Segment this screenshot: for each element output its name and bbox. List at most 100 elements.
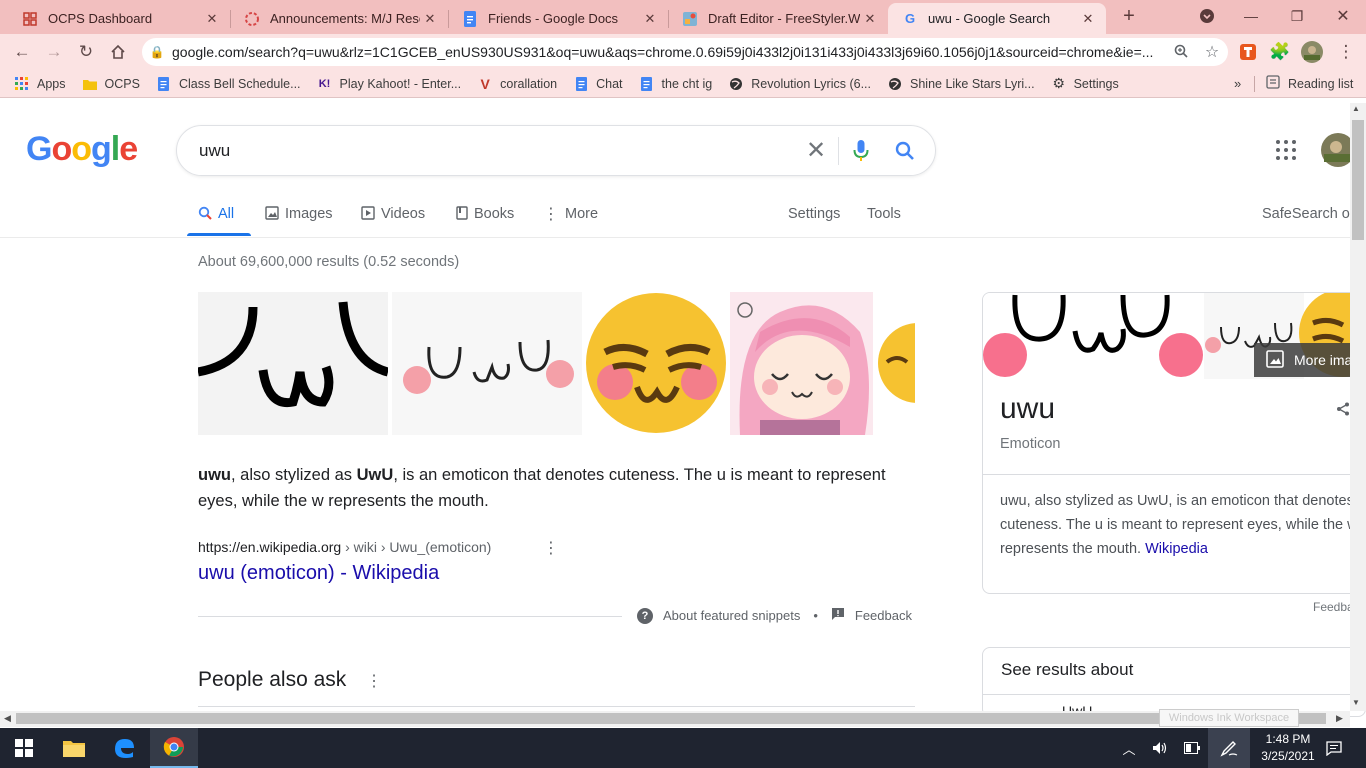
bookmarks-overflow-icon[interactable]: » <box>1234 76 1241 91</box>
snippet-bold-term: uwu <box>198 466 231 484</box>
bookmarks-bar: Apps OCPS Class Bell Schedule... K! Play… <box>0 70 1366 98</box>
close-window-button[interactable]: ✕ <box>1320 0 1366 32</box>
tab-more[interactable]: ⋮ More <box>543 202 598 226</box>
bookmark-apps[interactable]: Apps <box>14 76 66 92</box>
google-apps-icon[interactable] <box>1274 138 1298 167</box>
bookmark-chat[interactable]: Chat <box>573 76 623 92</box>
bookmark-the-cht-ig[interactable]: the cht ig <box>639 76 712 92</box>
extension-tape-icon[interactable] <box>1234 38 1262 66</box>
google-logo[interactable]: Google <box>26 130 138 169</box>
reload-button[interactable]: ↻ <box>72 38 100 66</box>
result-menu-icon[interactable]: ⋮ <box>543 538 559 558</box>
bookmark-revolution-lyrics[interactable]: Revolution Lyrics (6... <box>728 76 871 92</box>
safesearch-link[interactable]: SafeSearch on <box>1262 202 1350 226</box>
tab-draft-editor[interactable]: Draft Editor - FreeStyler.WS ✕ <box>668 3 888 34</box>
close-icon[interactable]: ✕ <box>202 11 222 27</box>
show-hidden-icons[interactable]: ︿ <box>1116 728 1142 768</box>
freestyler-icon <box>682 11 698 27</box>
extensions-puzzle-icon[interactable]: 🧩 <box>1266 38 1294 66</box>
home-button[interactable] <box>104 38 132 66</box>
bookmark-label: Class Bell Schedule... <box>178 76 301 91</box>
knowledge-panel-subtitle: Emoticon <box>1000 436 1061 452</box>
scroll-right-arrow[interactable]: ▶ <box>1336 713 1343 724</box>
search-icon[interactable] <box>883 129 927 173</box>
reading-list-button[interactable]: Reading list <box>1266 75 1353 92</box>
search-box: ✕ <box>176 125 936 176</box>
chrome-taskbar-icon[interactable] <box>150 728 198 768</box>
bookmark-class-bell[interactable]: Class Bell Schedule... <box>156 76 301 92</box>
volume-icon[interactable] <box>1146 728 1174 768</box>
feedback-link[interactable]: Feedback <box>855 608 912 623</box>
tab-all[interactable]: All <box>198 202 234 226</box>
tab-videos[interactable]: Videos <box>361 202 425 226</box>
snippet-text: , also stylized as <box>231 466 357 484</box>
people-also-ask-heading: People also ask ⋮ <box>198 668 382 692</box>
google-icon: G <box>904 11 916 26</box>
system-clock[interactable]: 1:48 PM 3/25/2021 <box>1258 731 1318 765</box>
windows-start-icon[interactable] <box>0 728 48 768</box>
result-link[interactable]: uwu (emoticon) - Wikipedia <box>198 562 439 585</box>
tools-link[interactable]: Tools <box>867 202 901 226</box>
bookmark-kahoot[interactable]: K! Play Kahoot! - Enter... <box>317 76 461 92</box>
cite-path: › wiki › Uwu_(emoticon) <box>341 539 492 555</box>
tab-friends-docs[interactable]: Friends - Google Docs ✕ <box>448 3 668 34</box>
profile-avatar[interactable] <box>1298 38 1326 66</box>
horizontal-scroll-thumb[interactable] <box>16 713 1326 724</box>
close-icon[interactable]: ✕ <box>1078 11 1098 27</box>
scroll-up-arrow[interactable]: ▲ <box>1352 104 1360 113</box>
forward-button[interactable]: → <box>40 38 68 66</box>
tab-title: Draft Editor - FreeStyler.WS <box>708 11 860 26</box>
share-icon[interactable] <box>1336 402 1350 419</box>
see-results-divider <box>983 694 1366 695</box>
docs-icon <box>573 76 589 92</box>
tab-title: OCPS Dashboard <box>48 11 153 26</box>
bookmark-shine-like-stars[interactable]: Shine Like Stars Lyri... <box>887 76 1035 92</box>
zoom-icon[interactable] <box>1166 44 1196 61</box>
scroll-down-arrow[interactable]: ▼ <box>1352 698 1360 707</box>
image-result-uwu-black[interactable] <box>198 292 388 435</box>
search-input[interactable] <box>199 140 794 161</box>
bookmark-label: corallation <box>500 76 558 91</box>
see-results-item[interactable]: UwU <box>1062 703 1092 711</box>
vertical-scroll-thumb[interactable] <box>1352 120 1364 240</box>
menu-dots-icon[interactable]: ⋮ <box>1332 38 1360 66</box>
star-icon[interactable]: ☆ <box>1196 42 1228 62</box>
tab-announcements[interactable]: Announcements: M/J Research ✕ <box>230 3 448 34</box>
network-battery-icon[interactable] <box>1178 728 1206 768</box>
file-explorer-icon[interactable] <box>50 728 98 768</box>
edge-icon[interactable] <box>100 728 148 768</box>
image-result-uwu-blush[interactable] <box>392 292 582 435</box>
tab-ocps-dashboard[interactable]: OCPS Dashboard ✕ <box>8 3 230 34</box>
close-icon[interactable]: ✕ <box>420 11 440 27</box>
bookmark-settings[interactable]: ⚙ Settings <box>1051 75 1118 92</box>
minimize-button[interactable]: — <box>1228 0 1274 32</box>
globe-icon <box>728 76 744 92</box>
close-icon[interactable]: ✕ <box>640 11 660 27</box>
settings-link[interactable]: Settings <box>788 202 840 226</box>
new-tab-button[interactable]: + <box>1106 0 1152 32</box>
see-results-card <box>982 647 1366 717</box>
tab-images[interactable]: Images <box>265 202 333 226</box>
notifications-icon[interactable] <box>1318 728 1350 768</box>
tab-search-button[interactable] <box>1184 0 1230 32</box>
windows-ink-icon[interactable] <box>1208 728 1250 768</box>
snippet-divider <box>198 616 622 617</box>
restore-button[interactable]: ❐ <box>1274 0 1320 32</box>
more-vert-icon[interactable]: ⋮ <box>366 673 382 690</box>
account-avatar[interactable] <box>1320 132 1354 168</box>
image-result-partial[interactable] <box>873 292 915 435</box>
address-bar[interactable]: 🔒 google.com/search?q=uwu&rlz=1C1GCEB_en… <box>142 38 1228 66</box>
microphone-icon[interactable] <box>839 129 883 173</box>
tab-google-search[interactable]: G uwu - Google Search ✕ <box>888 3 1106 34</box>
clear-icon[interactable]: ✕ <box>794 129 838 173</box>
about-snippets-link[interactable]: About featured snippets <box>663 608 800 623</box>
bookmark-corallation[interactable]: V corallation <box>477 76 557 92</box>
wikipedia-link[interactable]: Wikipedia <box>1145 541 1208 557</box>
image-result-uwu-emoji[interactable] <box>585 292 730 435</box>
tab-books[interactable]: Books <box>456 202 514 226</box>
close-icon[interactable]: ✕ <box>860 11 880 27</box>
bookmark-ocps[interactable]: OCPS <box>82 76 140 92</box>
scroll-left-arrow[interactable]: ◀ <box>4 713 11 724</box>
back-button[interactable]: ← <box>8 38 36 66</box>
image-result-uwu-anime[interactable] <box>730 292 873 435</box>
